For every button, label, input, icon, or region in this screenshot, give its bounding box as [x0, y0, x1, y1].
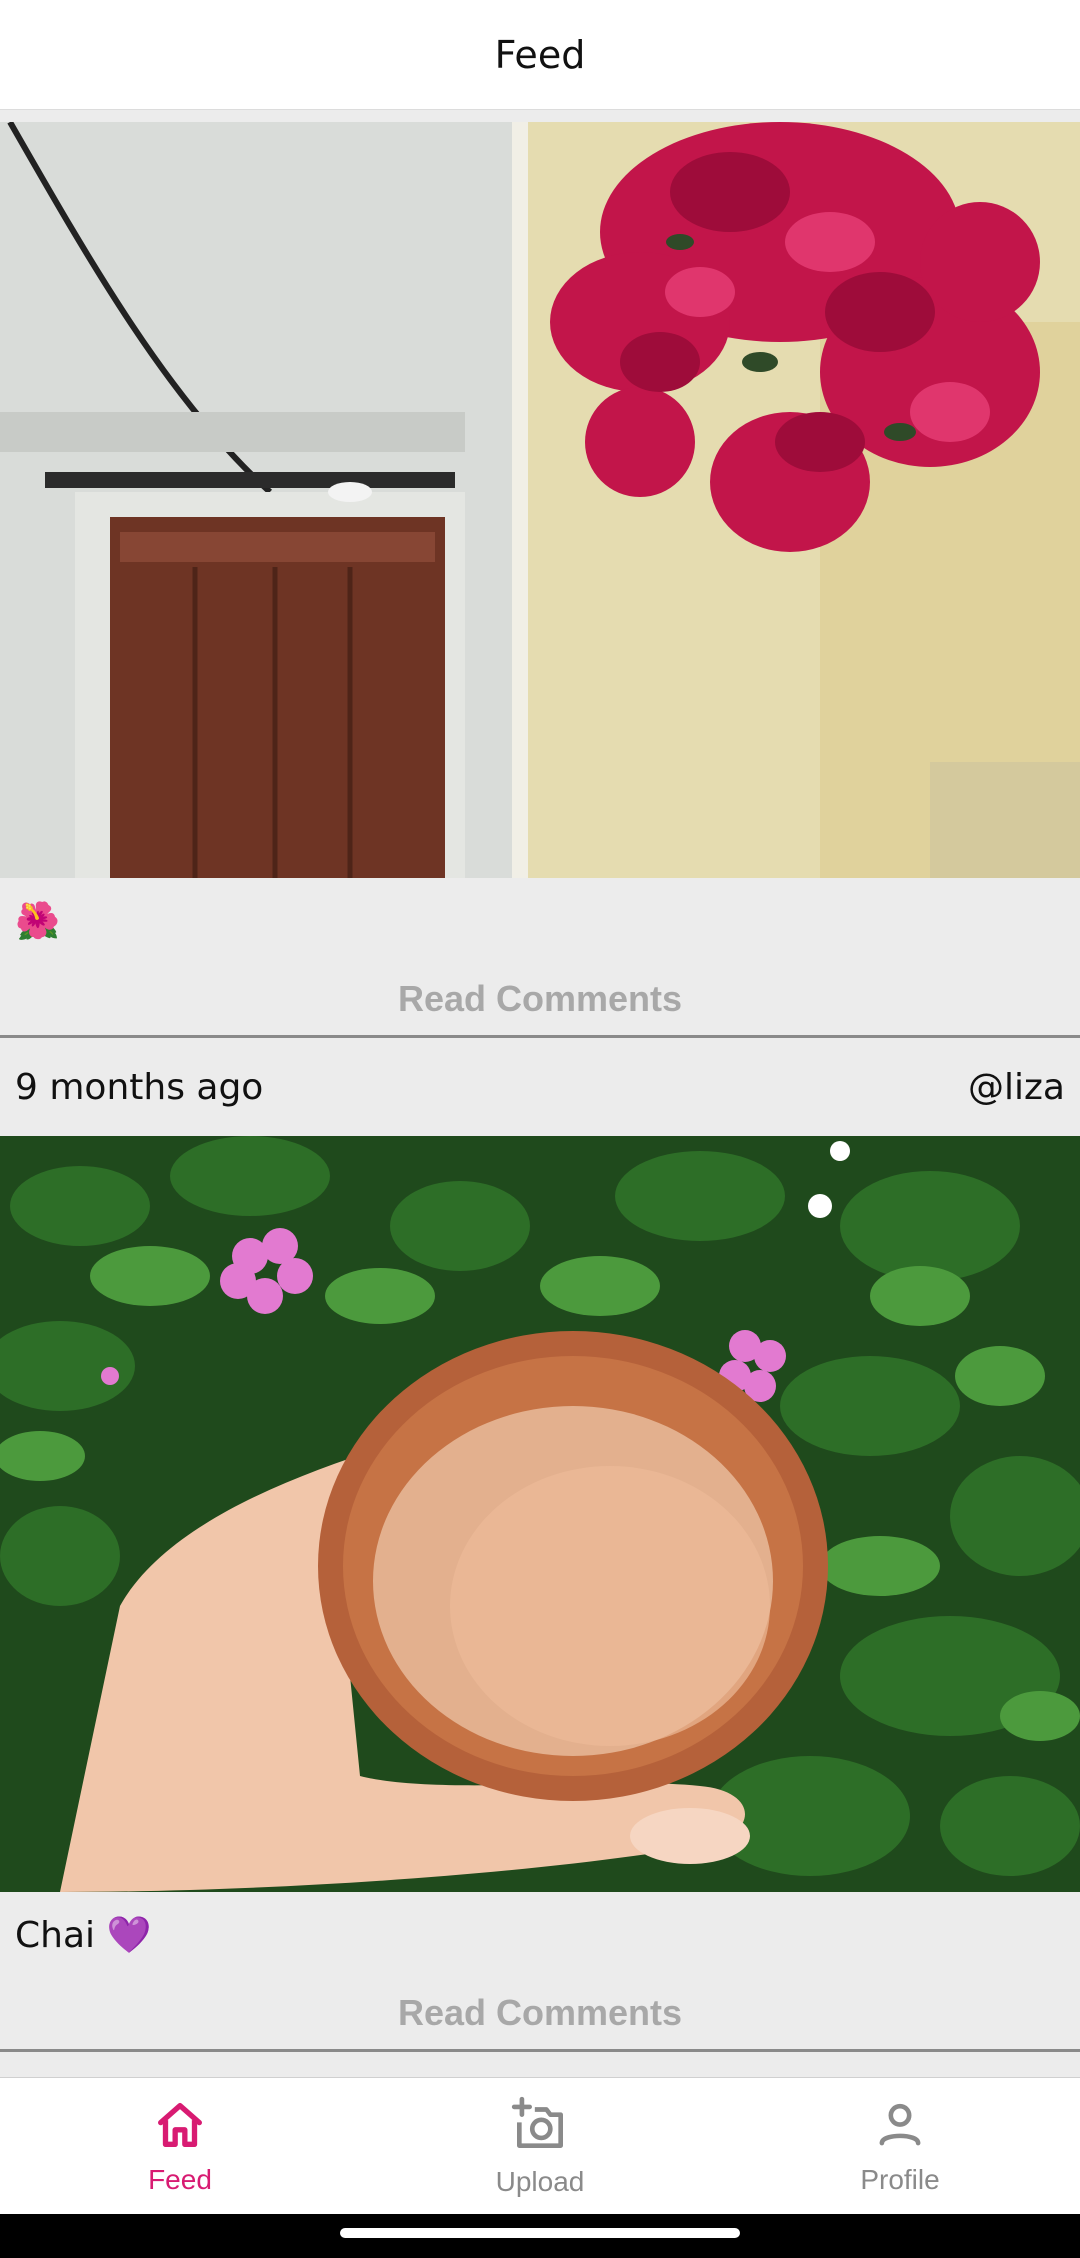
- home-icon: [151, 2096, 209, 2158]
- gesture-handle[interactable]: [340, 2228, 740, 2238]
- post-caption: Chai 💜: [15, 1914, 152, 1956]
- post-caption: 🌺: [15, 900, 60, 942]
- nav-upload[interactable]: Upload: [360, 2078, 720, 2214]
- nav-profile-label: Profile: [860, 2164, 940, 2195]
- post-photo[interactable]: [0, 1136, 1080, 1892]
- post-timestamp: 9 months ago: [15, 1066, 264, 1108]
- nav-upload-label: Upload: [495, 2166, 585, 2197]
- post-meta: 9 months ago @liza: [0, 1038, 1080, 1136]
- nav-feed-label: Feed: [148, 2164, 212, 2195]
- app-header: Feed: [0, 0, 1080, 110]
- post-photo[interactable]: [0, 122, 1080, 878]
- post-username[interactable]: @liza: [968, 1067, 1065, 1108]
- read-comments-button[interactable]: Read Comments: [0, 1977, 1080, 2052]
- page-title: Feed: [494, 32, 586, 77]
- feed-post: 🌺 Read Comments: [0, 122, 1080, 1038]
- bottom-navigation: Feed Upload Profile: [0, 2077, 1080, 2214]
- nav-profile[interactable]: Profile: [720, 2078, 1080, 2214]
- system-gesture-area: [0, 2214, 1080, 2258]
- person-icon: [871, 2096, 929, 2158]
- read-comments-button[interactable]: Read Comments: [0, 963, 1080, 1038]
- feed-post: 9 months ago @liza Chai 💜 Read Comments: [0, 1038, 1080, 2052]
- nav-feed[interactable]: Feed: [0, 2078, 360, 2214]
- feed-list[interactable]: 🌺 Read Comments 9 months ago @liza Chai …: [0, 122, 1080, 2077]
- add-photo-icon: [509, 2094, 571, 2160]
